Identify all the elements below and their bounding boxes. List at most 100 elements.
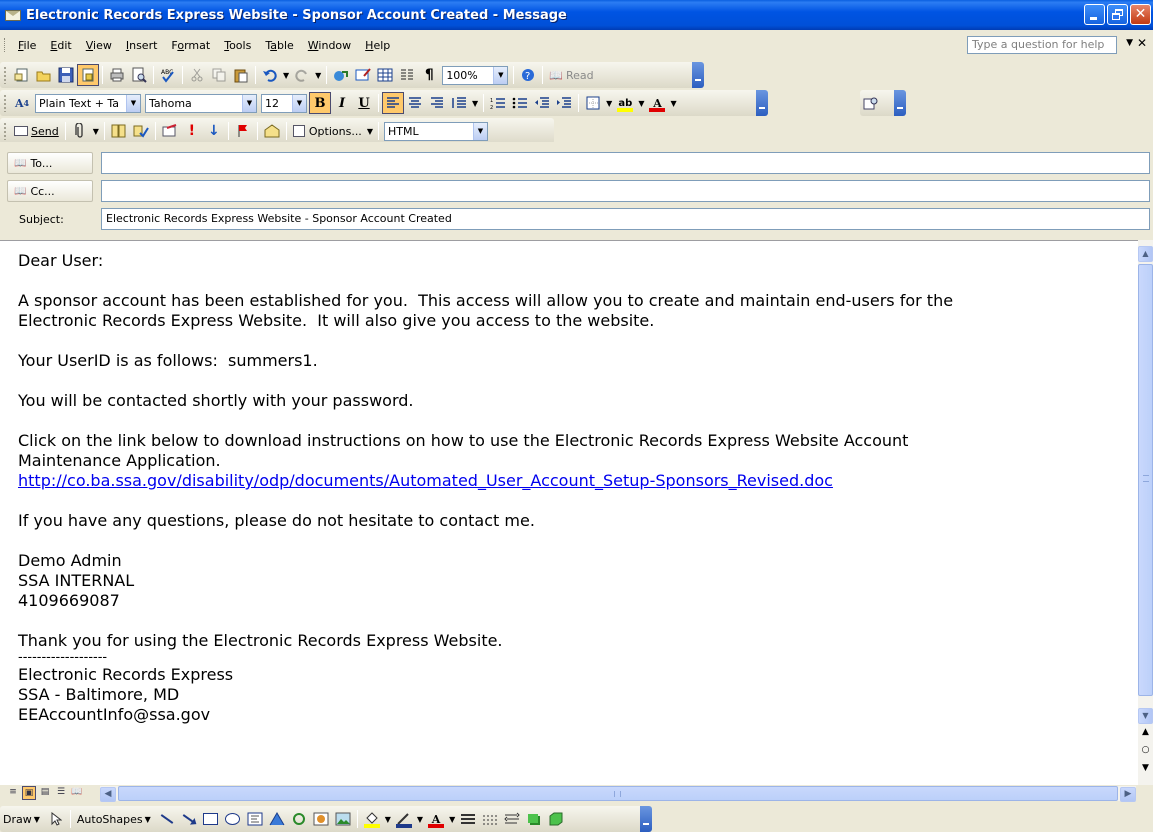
horizontal-scroll-thumb[interactable] — [118, 786, 1118, 801]
toolbar-options-chevron[interactable] — [894, 90, 906, 116]
numbering-icon[interactable]: 12 — [487, 92, 509, 114]
menu-table[interactable]: Table — [258, 39, 300, 52]
italic-button[interactable]: I — [331, 92, 353, 114]
zoom-select[interactable]: 100% ▼ — [442, 65, 509, 85]
next-page-icon[interactable]: ▼ — [1138, 763, 1153, 777]
3d-style-icon[interactable] — [545, 808, 567, 830]
diagram-icon[interactable] — [288, 808, 310, 830]
new-icon[interactable] — [11, 64, 33, 86]
scroll-up-button[interactable]: ▲ — [1138, 246, 1153, 262]
oval-tool-icon[interactable] — [222, 808, 244, 830]
permission-icon[interactable] — [77, 64, 99, 86]
undo-icon[interactable] — [259, 64, 281, 86]
styles-formatting-icon[interactable]: A4 — [11, 92, 33, 114]
message-format-select[interactable]: HTML ▼ — [383, 121, 488, 141]
bold-button[interactable]: B — [309, 92, 331, 114]
close-button[interactable]: ✕ — [1130, 4, 1151, 25]
line-tool-icon[interactable] — [156, 808, 178, 830]
fill-color-dropdown-icon[interactable]: ▼ — [385, 815, 391, 824]
options-dropdown-icon[interactable]: ▼ — [367, 127, 373, 136]
check-names-icon[interactable] — [130, 120, 152, 142]
spelling-icon[interactable]: ABC — [157, 64, 179, 86]
envelope-open-icon[interactable] — [261, 120, 283, 142]
clip-art-icon[interactable] — [310, 808, 332, 830]
minimize-button[interactable] — [1084, 4, 1105, 25]
autoshapes-menu-button[interactable]: AutoShapes ▼ — [74, 808, 156, 830]
vertical-scroll-thumb[interactable] — [1138, 264, 1153, 696]
select-objects-icon[interactable] — [45, 808, 67, 830]
align-left-icon[interactable] — [382, 92, 404, 114]
text-box-icon[interactable] — [244, 808, 266, 830]
draw-menu-button[interactable]: Draw ▼ — [0, 808, 45, 830]
picture-icon[interactable] — [332, 808, 354, 830]
line-spacing-dropdown-icon[interactable]: ▼ — [472, 99, 478, 108]
columns-icon[interactable] — [396, 64, 418, 86]
importance-high-icon[interactable]: ! — [181, 120, 203, 142]
arrow-style-icon[interactable] — [501, 808, 523, 830]
menu-help[interactable]: Help — [358, 39, 397, 52]
fill-color-icon[interactable] — [361, 808, 383, 830]
help-search-input[interactable]: Type a question for help — [967, 36, 1117, 54]
undo-dropdown-icon[interactable]: ▼ — [283, 71, 289, 80]
address-book-icon[interactable] — [108, 120, 130, 142]
reading-layout-view-icon[interactable]: 📖 — [70, 786, 84, 800]
redo-icon[interactable] — [291, 64, 313, 86]
borders-icon[interactable] — [582, 92, 604, 114]
read-button[interactable]: 📖 Read — [546, 64, 596, 86]
shadow-style-icon[interactable] — [523, 808, 545, 830]
print-layout-view-icon[interactable]: ▤ — [38, 786, 52, 800]
follow-up-flag-icon[interactable] — [232, 120, 254, 142]
help-dropdown-icon[interactable]: ▼ — [1126, 38, 1133, 48]
importance-low-icon[interactable]: ↓ — [203, 120, 225, 142]
toolbar-grip[interactable] — [3, 122, 7, 140]
menubar-grip[interactable] — [4, 38, 7, 52]
wordart-icon[interactable] — [266, 808, 288, 830]
body-text[interactable]: Dear User: A sponsor account has been es… — [18, 251, 1128, 725]
options-button[interactable]: Options... — [290, 120, 365, 142]
highlight-dropdown-icon[interactable]: ▼ — [638, 99, 644, 108]
previous-page-icon[interactable]: ▲ — [1138, 727, 1153, 741]
toolbar-options-chevron[interactable] — [692, 62, 704, 88]
dash-style-icon[interactable] — [479, 808, 501, 830]
normal-view-icon[interactable]: ≡ — [6, 786, 20, 800]
outline-view-icon[interactable]: ☰ — [54, 786, 68, 800]
line-color-dropdown-icon[interactable]: ▼ — [417, 815, 423, 824]
rectangle-tool-icon[interactable] — [200, 808, 222, 830]
title-bar[interactable]: Electronic Records Express Website - Spo… — [0, 0, 1153, 30]
envelope-icon[interactable] — [5, 7, 21, 23]
redo-dropdown-icon[interactable]: ▼ — [315, 71, 321, 80]
menu-insert[interactable]: Insert — [119, 39, 165, 52]
copy-icon[interactable] — [208, 64, 230, 86]
print-icon[interactable] — [106, 64, 128, 86]
align-center-icon[interactable] — [404, 92, 426, 114]
subject-field[interactable]: Electronic Records Express Website - Spo… — [101, 208, 1150, 230]
line-spacing-icon[interactable] — [448, 92, 470, 114]
style-select[interactable]: Plain Text + Ta ▼ — [35, 93, 141, 113]
increase-indent-icon[interactable] — [553, 92, 575, 114]
research-icon[interactable] — [860, 92, 882, 114]
menu-file[interactable]: File — [11, 39, 43, 52]
menu-tools[interactable]: Tools — [217, 39, 258, 52]
select-browse-object-icon[interactable]: ○ — [1138, 745, 1153, 759]
font-color-dropdown-icon[interactable]: ▼ — [449, 815, 455, 824]
align-right-icon[interactable] — [426, 92, 448, 114]
decrease-indent-icon[interactable] — [531, 92, 553, 114]
to-field[interactable] — [101, 152, 1150, 174]
paste-icon[interactable] — [230, 64, 252, 86]
document-close-icon[interactable]: ✕ — [1137, 36, 1147, 50]
menu-edit[interactable]: Edit — [43, 39, 78, 52]
to-button[interactable]: 📖 To... — [7, 152, 93, 174]
font-color-icon[interactable]: A — [425, 808, 447, 830]
message-body[interactable]: Dear User: A sponsor account has been es… — [0, 240, 1138, 785]
print-preview-icon[interactable] — [128, 64, 150, 86]
font-color-dropdown-icon[interactable]: ▼ — [670, 99, 676, 108]
toolbar-options-chevron[interactable] — [640, 806, 652, 832]
hyperlink-icon[interactable] — [330, 64, 352, 86]
font-color-icon[interactable]: A — [646, 92, 668, 114]
line-style-icon[interactable] — [457, 808, 479, 830]
cc-field[interactable] — [101, 180, 1150, 202]
restore-button[interactable] — [1107, 4, 1128, 25]
horizontal-scrollbar[interactable]: ◀ ▶ — [100, 786, 1136, 802]
scroll-down-button[interactable]: ▼ — [1138, 708, 1153, 724]
scroll-right-button[interactable]: ▶ — [1120, 787, 1136, 802]
